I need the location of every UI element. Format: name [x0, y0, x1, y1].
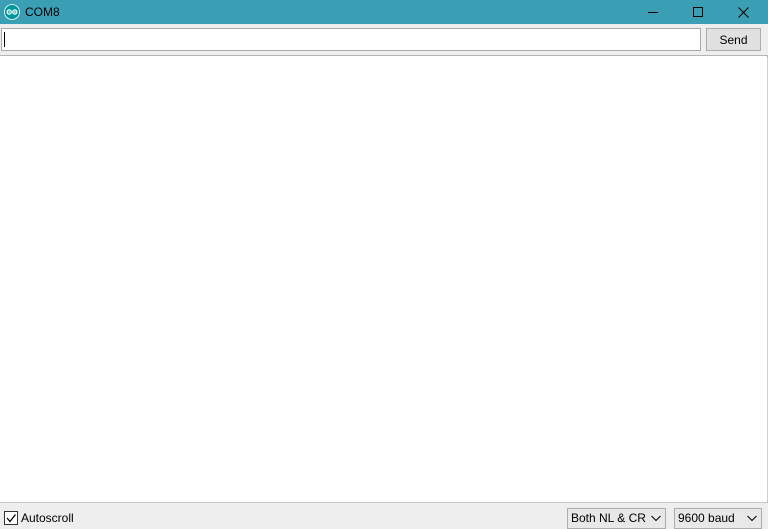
maximize-button[interactable]: [675, 0, 721, 24]
send-button[interactable]: Send: [706, 28, 761, 51]
window-title: COM8: [25, 5, 60, 19]
autoscroll-label: Autoscroll: [21, 511, 74, 525]
serial-output[interactable]: [0, 57, 768, 501]
text-caret: [4, 32, 5, 47]
line-ending-value: Both NL & CR: [571, 511, 646, 525]
baud-rate-select[interactable]: 9600 baud: [674, 508, 762, 529]
line-ending-select[interactable]: Both NL & CR: [567, 508, 666, 529]
minimize-button[interactable]: [630, 0, 676, 24]
send-bar: Send: [0, 24, 768, 56]
chevron-down-icon: [651, 515, 661, 522]
checkmark-icon: [6, 514, 16, 523]
minimize-icon: [648, 12, 658, 13]
baud-rate-value: 9600 baud: [678, 511, 735, 525]
autoscroll-checkbox[interactable]: [4, 511, 18, 525]
serial-input[interactable]: [1, 28, 701, 51]
serial-monitor-window: COM8 Send Autoscroll Both NL & CR 9600 b…: [0, 0, 768, 529]
title-bar[interactable]: COM8: [0, 0, 768, 24]
chevron-down-icon: [747, 515, 757, 522]
close-icon: [737, 6, 749, 18]
close-button[interactable]: [720, 0, 766, 24]
maximize-icon: [693, 7, 703, 17]
arduino-icon: [4, 4, 20, 20]
status-bar: Autoscroll Both NL & CR 9600 baud: [0, 502, 768, 529]
